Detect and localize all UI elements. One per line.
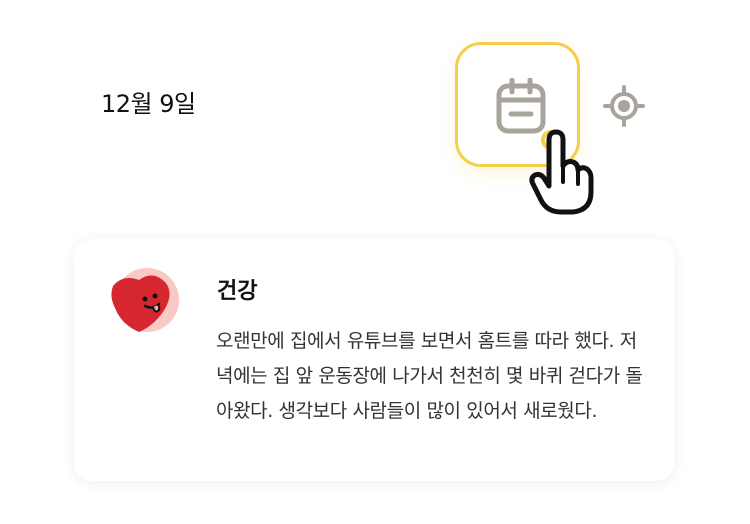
entry-text: 오랜만에 집에서 유튜브를 보면서 홈트를 따라 했다. 저녁에는 집 앞 운동…: [216, 330, 643, 422]
pointer-hand-icon: [529, 129, 594, 215]
date-label: 12월 9일: [101, 90, 196, 118]
entry-category-title: 건강: [217, 279, 258, 304]
location-target-icon: [603, 85, 645, 127]
locate-button[interactable]: [603, 85, 645, 127]
heart-face-icon: [111, 268, 179, 332]
